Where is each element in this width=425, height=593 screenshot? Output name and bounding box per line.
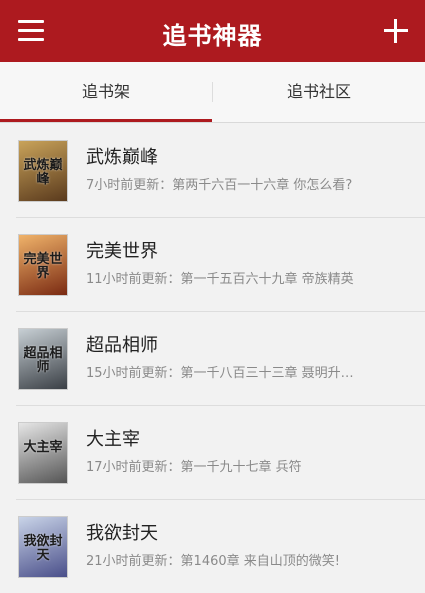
book-list: 武炼巅峰 武炼巅峰 7小时前更新：第两千六百一十六章 你怎么看? 完美世界 完美… [0, 123, 425, 593]
book-title: 武炼巅峰 [86, 147, 158, 168]
book-update: 15小时前更新：第一千八百三十三章 聂明升… [86, 366, 354, 381]
book-title: 超品相师 [86, 335, 158, 356]
book-update: 21小时前更新：第1460章 来自山顶的微笑! [86, 554, 340, 569]
book-cover: 大主宰 [18, 422, 68, 484]
list-item[interactable]: 超品相师 超品相师 15小时前更新：第一千八百三十三章 聂明升… [0, 311, 425, 405]
tab-bookshelf[interactable]: 追书架 [0, 62, 212, 122]
add-icon[interactable] [384, 19, 408, 43]
list-item[interactable]: 我欲封天 我欲封天 21小时前更新：第1460章 来自山顶的微笑! [0, 499, 425, 593]
list-item[interactable]: 大主宰 大主宰 17小时前更新：第一千九十七章 兵符 [0, 405, 425, 499]
book-cover: 武炼巅峰 [18, 140, 68, 202]
active-tab-indicator [0, 119, 212, 122]
book-title: 大主宰 [86, 429, 140, 450]
book-update: 17小时前更新：第一千九十七章 兵符 [86, 460, 302, 475]
list-item[interactable]: 完美世界 完美世界 11小时前更新：第一千五百六十九章 帝族精英 [0, 217, 425, 311]
tab-bar: 追书架 追书社区 [0, 62, 425, 123]
book-cover: 我欲封天 [18, 516, 68, 578]
book-cover: 超品相师 [18, 328, 68, 390]
tab-community[interactable]: 追书社区 [213, 62, 425, 122]
book-title: 完美世界 [86, 241, 158, 262]
book-title: 我欲封天 [86, 523, 158, 544]
book-update: 11小时前更新：第一千五百六十九章 帝族精英 [86, 272, 354, 287]
top-app-bar: 追书神器 [0, 0, 425, 62]
book-cover: 完美世界 [18, 234, 68, 296]
app-title: 追书神器 [162, 22, 263, 50]
book-update: 7小时前更新：第两千六百一十六章 你怎么看? [86, 178, 353, 193]
list-item[interactable]: 武炼巅峰 武炼巅峰 7小时前更新：第两千六百一十六章 你怎么看? [0, 123, 425, 217]
